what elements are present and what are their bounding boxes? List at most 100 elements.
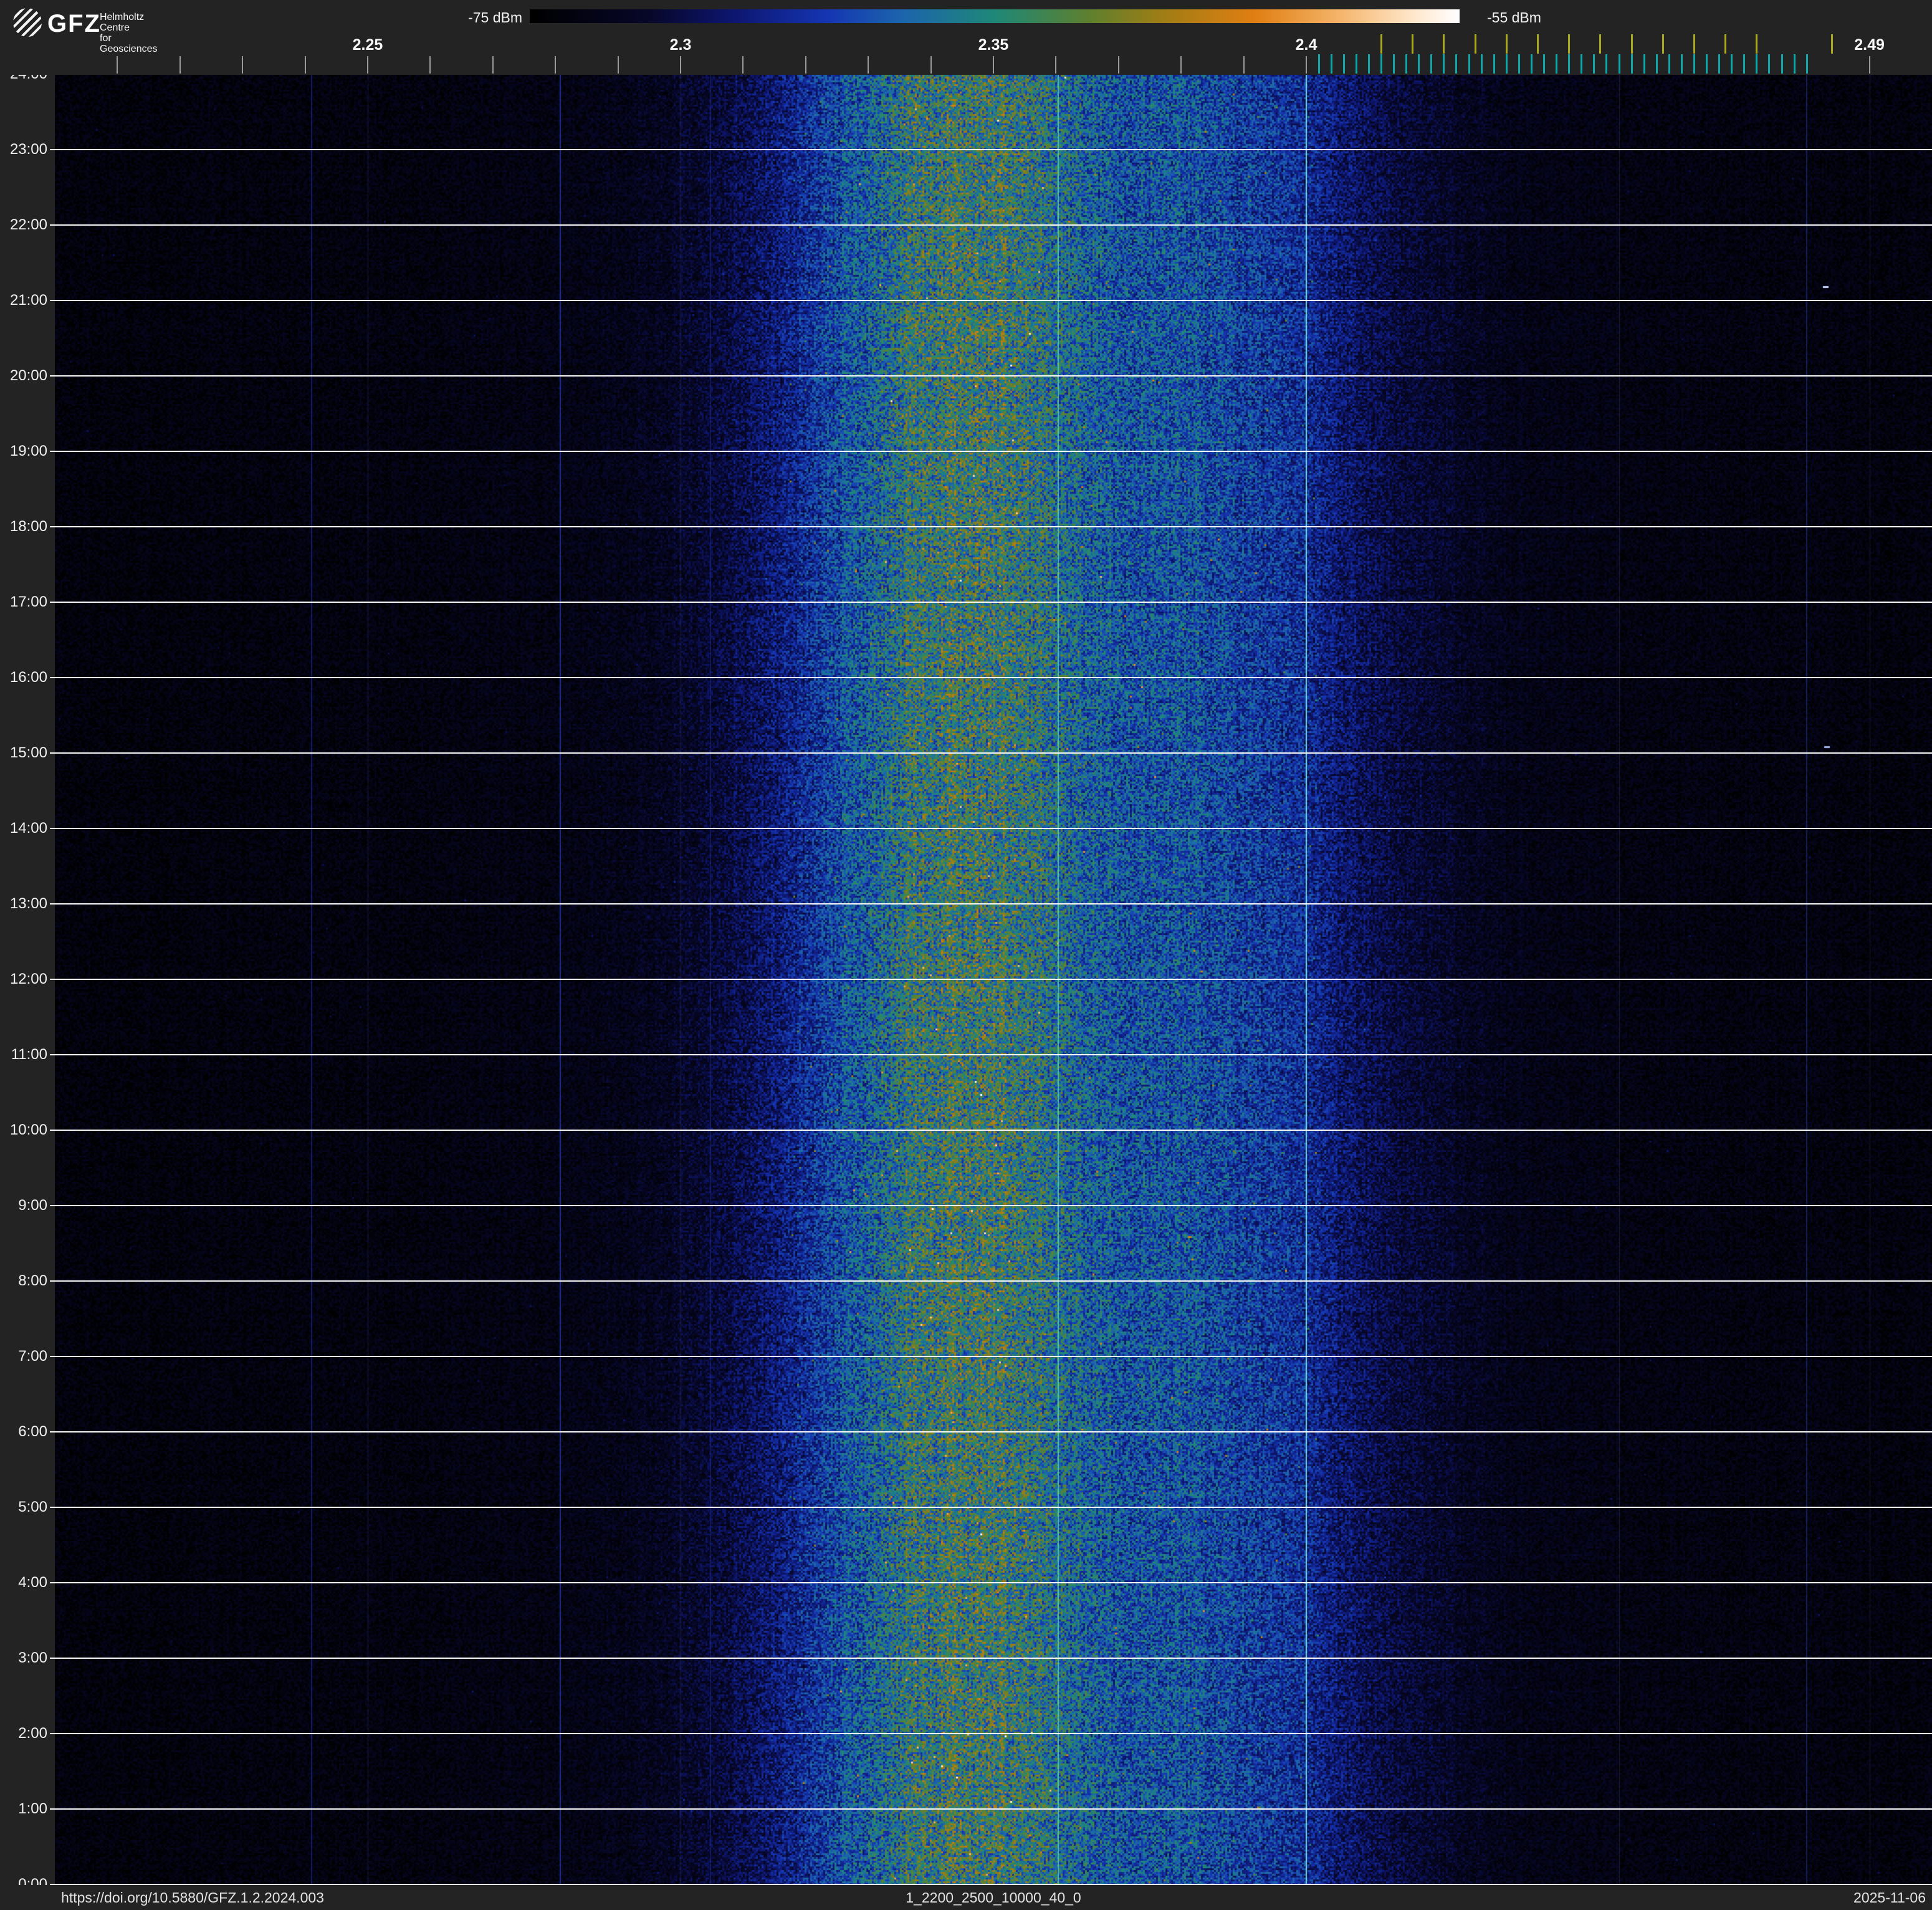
frequency-tick-label: 2.4 [1295,36,1317,54]
frequency-tick-wifi-channel [1724,34,1727,54]
frequency-tick-minor [680,56,681,74]
time-axis-label: 11:00 [11,1046,47,1063]
date-text: 2025-11-06 [1853,1889,1926,1906]
frequency-tick-minor [1117,56,1119,74]
frequency-tick-minor [179,56,181,74]
frequency-tick-ble-channel [1680,54,1683,74]
gfz-org-name: Helmholtz Centre for Geosciences [100,12,158,54]
time-axis-label: 6:00 [18,1423,47,1440]
colorbar-max-label: -55 dBm [1487,9,1541,26]
hour-gridline [50,602,1932,603]
frequency-tick-ble-channel [1731,54,1733,74]
time-axis-label: 9:00 [18,1197,47,1214]
frequency-tick-wifi-channel [1443,34,1445,54]
frequency-tick-ble-channel [1530,54,1533,74]
time-axis-label: 8:00 [18,1272,47,1289]
frequency-tick-minor [993,56,994,74]
frequency-tick-wifi-channel [1693,34,1695,54]
frequency-tick-wifi-channel [1505,34,1508,54]
frequency-tick-minor [617,56,619,74]
frequency-tick-minor [742,56,744,74]
frequency-tick-ble-channel [1468,54,1470,74]
hour-gridline [50,451,1932,452]
time-axis-label: 23:00 [9,141,47,158]
frequency-tick-minor [429,56,431,74]
frequency-tick-label: 2.49 [1854,36,1885,54]
frequency-tick-ble-channel [1367,54,1370,74]
frequency-tick-ble-channel [1605,54,1608,74]
frequency-tick-minor [868,56,869,74]
hour-gridline [50,677,1932,678]
time-axis-label: 1:00 [18,1800,47,1817]
frequency-tick-ble-channel [1768,54,1771,74]
hour-gridline [50,1054,1932,1055]
gfz-globe-icon [13,8,42,37]
hour-gridline [50,1507,1932,1508]
time-axis-label: 21:00 [9,292,47,309]
frequency-tick-wifi-channel [1662,34,1664,54]
time-axis-label: 18:00 [9,518,47,535]
hour-gridline [50,1658,1932,1659]
frequency-tick-ble-channel [1556,54,1558,74]
frequency-tick-minor [555,56,557,74]
time-axis-label: 7:00 [18,1348,47,1365]
hour-gridline [50,1205,1932,1206]
hour-gridline [50,1808,1932,1810]
frequency-tick-minor [1868,56,1870,74]
frequency-tick-ble-channel [1317,54,1320,74]
frequency-tick-wifi-channel [1630,34,1633,54]
time-axis-label: 20:00 [9,367,47,384]
hour-gridline [50,375,1932,377]
frequency-tick-minor [304,56,306,74]
frequency-tick-ble-channel [1693,54,1695,74]
frequency-tick-ble-channel [1342,54,1345,74]
frequency-tick-label: 2.35 [978,36,1009,54]
frequency-tick-minor [492,56,494,74]
time-axis-label: 15:00 [9,744,47,761]
frequency-tick-label: 2.25 [352,36,383,54]
frequency-tick-minor [367,56,368,74]
hour-gridline [50,224,1932,226]
hour-gridline [50,752,1932,754]
time-axis-label: 19:00 [9,443,47,459]
frequency-tick-wifi-channel [1474,34,1476,54]
time-axis-label: 17:00 [9,593,47,610]
colorbar-min-label: -75 dBm [468,9,522,26]
gfz-org-line1: Helmholtz Centre [100,12,145,33]
frequency-tick-ble-channel [1668,54,1670,74]
frequency-tick-wifi-channel [1756,34,1758,54]
frequency-tick-minor [1055,56,1057,74]
time-axis-label: 14:00 [9,820,47,837]
time-axis-label: 4:00 [18,1574,47,1591]
hour-gridline [50,1582,1932,1583]
frequency-tick-ble-channel [1418,54,1420,74]
frequency-tick-ble-channel [1581,54,1583,74]
frequency-tick-ble-channel [1518,54,1520,74]
frequency-tick-wifi-channel [1536,34,1539,54]
frequency-tick-ble-channel [1630,54,1633,74]
hour-gridline [50,1280,1932,1282]
gfz-org-line2: for Geosciences [100,33,158,54]
frequency-tick-wifi-channel [1830,34,1833,54]
frequency-tick-wifi-channel [1599,34,1602,54]
frequency-tick-minor [1306,56,1307,74]
frequency-tick-ble-channel [1455,54,1458,74]
time-axis-label: 16:00 [9,669,47,686]
header: GFZ Helmholtz Centre for Geosciences -75… [0,0,1932,75]
hour-gridline [50,828,1932,829]
frequency-tick-ble-channel [1505,54,1508,74]
frequency-tick-ble-channel [1430,54,1433,74]
frequency-tick-ble-channel [1706,54,1708,74]
time-axis-label: 5:00 [18,1499,47,1515]
frequency-tick-minor [117,56,118,74]
frequency-tick-ble-channel [1593,54,1595,74]
frequency-tick-ble-channel [1793,54,1796,74]
frequency-tick-wifi-channel [1568,34,1571,54]
gfz-acronym: GFZ [47,10,101,37]
frequency-tick-minor [930,56,932,74]
frequency-tick-ble-channel [1655,54,1658,74]
hour-gridline [50,300,1932,301]
colorbar [530,9,1460,23]
frequency-tick-ble-channel [1380,54,1382,74]
frequency-tick-ble-channel [1355,54,1357,74]
